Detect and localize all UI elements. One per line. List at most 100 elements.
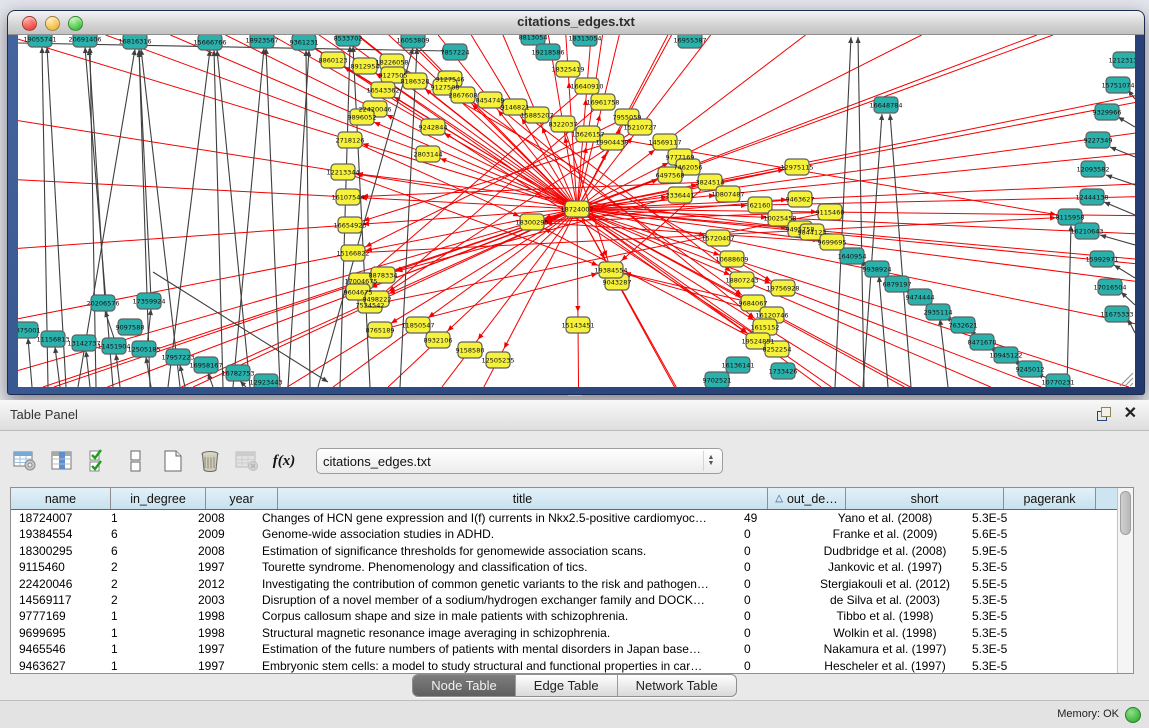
table-cell[interactable]: 0 [736, 625, 806, 641]
table-cell[interactable]: 5.3E-5 [964, 592, 1048, 608]
table-row[interactable]: 1872400712008Changes of HCN gene express… [11, 510, 1117, 526]
table-cell[interactable]: 5.3E-5 [964, 559, 1048, 575]
table-cell[interactable]: 5.3E-5 [964, 625, 1048, 641]
table-cell[interactable]: Embryonic stem cells: a model to study s… [254, 658, 736, 673]
table-cell[interactable]: Changes of HCN gene expression and I(f) … [254, 510, 736, 526]
table-cell[interactable]: Structural magnetic resonance image aver… [254, 625, 736, 641]
table-cell[interactable]: 1998 [190, 625, 254, 641]
row-height-icon[interactable] [121, 446, 151, 476]
table-cell[interactable]: 2009 [190, 526, 254, 542]
column-header-out_de[interactable]: △out_de… [768, 488, 846, 509]
column-header-pagerank[interactable]: pagerank [1004, 488, 1096, 509]
table-settings-icon[interactable] [10, 446, 40, 476]
table-cell[interactable]: 2 [103, 559, 190, 575]
column-header-year[interactable]: year [206, 488, 278, 509]
table-cell[interactable]: Nakamura et al. (1997) [806, 641, 964, 657]
table-row[interactable]: 969969511998Structural magnetic resonanc… [11, 625, 1117, 641]
tab-node-table[interactable]: Node Table [413, 675, 516, 696]
table-cell[interactable]: Estimation of the future numbers of pati… [254, 641, 736, 657]
table-cell[interactable]: 14569117 [11, 592, 103, 608]
table-cell[interactable]: 9699695 [11, 625, 103, 641]
table-cell[interactable]: 1 [103, 625, 190, 641]
table-row[interactable]: 977716911998Corpus callosum shape and si… [11, 608, 1117, 624]
table-cell[interactable]: 2003 [190, 592, 254, 608]
table-cell[interactable]: Estimation of significance thresholds fo… [254, 543, 736, 559]
table-cell[interactable]: 18724007 [11, 510, 103, 526]
table-row[interactable]: 1830029562008Estimation of significance … [11, 543, 1117, 559]
table-cell[interactable]: 2012 [190, 576, 254, 592]
table-row[interactable]: 946554611997Estimation of the future num… [11, 641, 1117, 657]
table-cell[interactable]: 1 [103, 608, 190, 624]
table-cell[interactable]: 0 [736, 608, 806, 624]
table-cell[interactable]: 1 [103, 510, 190, 526]
table-cell[interactable]: Yano et al. (2008) [806, 510, 964, 526]
column-header-short[interactable]: short [846, 488, 1004, 509]
table-cell[interactable]: 19384554 [11, 526, 103, 542]
function-builder-icon[interactable]: f(x) [269, 446, 299, 476]
table-cell[interactable]: 18300295 [11, 543, 103, 559]
table-row[interactable]: 946362711997Embryonic stem cells: a mode… [11, 658, 1117, 673]
table-cell[interactable]: 1 [103, 641, 190, 657]
table-cell[interactable]: 1997 [190, 658, 254, 673]
panel-close-icon[interactable]: ✕ [1124, 406, 1137, 422]
column-header-in_degree[interactable]: in_degree [111, 488, 206, 509]
new-file-icon[interactable] [158, 446, 188, 476]
table-cell[interactable]: Franke et al. (2009) [806, 526, 964, 542]
table-row[interactable]: 1938455462009Genome-wide association stu… [11, 526, 1117, 542]
table-cell[interactable]: 9463627 [11, 658, 103, 673]
table-cell[interactable]: Tourette syndrome. Phenomenology and cla… [254, 559, 736, 575]
network-file-select[interactable]: citations_edges.txt▲▼ [316, 448, 723, 474]
column-header-title[interactable]: title [278, 488, 768, 509]
table-cell[interactable]: de Silva et al. (2003) [806, 592, 964, 608]
table-cell[interactable]: 0 [736, 592, 806, 608]
table-cell[interactable]: 6 [103, 526, 190, 542]
table-cell[interactable]: 0 [736, 658, 806, 673]
table-cell[interactable]: Wolkin et al. (1998) [806, 625, 964, 641]
table-cell[interactable]: 9777169 [11, 608, 103, 624]
table-cell[interactable]: 5.9E-5 [964, 543, 1048, 559]
table-cell[interactable]: 49 [736, 510, 806, 526]
table-cell[interactable]: 1997 [190, 559, 254, 575]
table-cell[interactable]: 2008 [190, 510, 254, 526]
table-cell[interactable]: Disruption of a novel member of a sodium… [254, 592, 736, 608]
table-cell[interactable]: Dudbridge et al. (2008) [806, 543, 964, 559]
table-cell[interactable]: Hescheler et al. (1997) [806, 658, 964, 673]
select-rows-icon[interactable] [84, 446, 114, 476]
table-cell[interactable]: 2 [103, 592, 190, 608]
delete-trash-icon[interactable] [195, 446, 225, 476]
table-row[interactable]: 911546021997Tourette syndrome. Phenomeno… [11, 559, 1117, 575]
table-cell[interactable]: 6 [103, 543, 190, 559]
table-row[interactable]: 1456911722003Disruption of a novel membe… [11, 592, 1117, 608]
resize-grip-icon[interactable] [1130, 383, 1133, 386]
table-cell[interactable]: 1 [103, 658, 190, 673]
table-cell[interactable]: 5.3E-5 [964, 608, 1048, 624]
table-cell[interactable]: 5.3E-5 [964, 641, 1048, 657]
tab-edge-table[interactable]: Edge Table [516, 675, 618, 696]
table-cell[interactable]: 9465546 [11, 641, 103, 657]
table-cell[interactable]: 0 [736, 641, 806, 657]
table-cell[interactable]: Jankovic et al. (1997) [806, 559, 964, 575]
memory-status-icon[interactable] [1125, 707, 1141, 723]
table-cell[interactable]: 0 [736, 526, 806, 542]
table-cell[interactable]: 2 [103, 576, 190, 592]
table-cell[interactable]: Stergiakouli et al. (2012) [806, 576, 964, 592]
table-cell[interactable]: 5.3E-5 [964, 658, 1048, 673]
table-cell[interactable]: 0 [736, 543, 806, 559]
column-header-name[interactable]: name [11, 488, 111, 509]
tab-network-table[interactable]: Network Table [618, 675, 736, 696]
table-cell[interactable]: Investigating the contribution of common… [254, 576, 736, 592]
table-cell[interactable]: 1997 [190, 641, 254, 657]
float-window-icon[interactable] [1096, 406, 1112, 422]
table-cell[interactable]: 2008 [190, 543, 254, 559]
scrollbar-thumb[interactable] [1120, 491, 1131, 535]
table-scrollbar[interactable] [1117, 488, 1133, 673]
table-cell[interactable]: Genome-wide association studies in ADHD. [254, 526, 736, 542]
table-cell[interactable]: 0 [736, 576, 806, 592]
table-cell[interactable]: 5.6E-5 [964, 526, 1048, 542]
table-cell[interactable]: 5.3E-5 [964, 510, 1048, 526]
table-cell[interactable]: 5.5E-5 [964, 576, 1048, 592]
table-cell[interactable]: Tibbo et al. (1998) [806, 608, 964, 624]
table-cell[interactable]: 9115460 [11, 559, 103, 575]
window-titlebar[interactable]: citations_edges.txt [8, 11, 1144, 35]
network-canvas[interactable]: 1905574120691406168163161566676618923567… [18, 35, 1135, 387]
